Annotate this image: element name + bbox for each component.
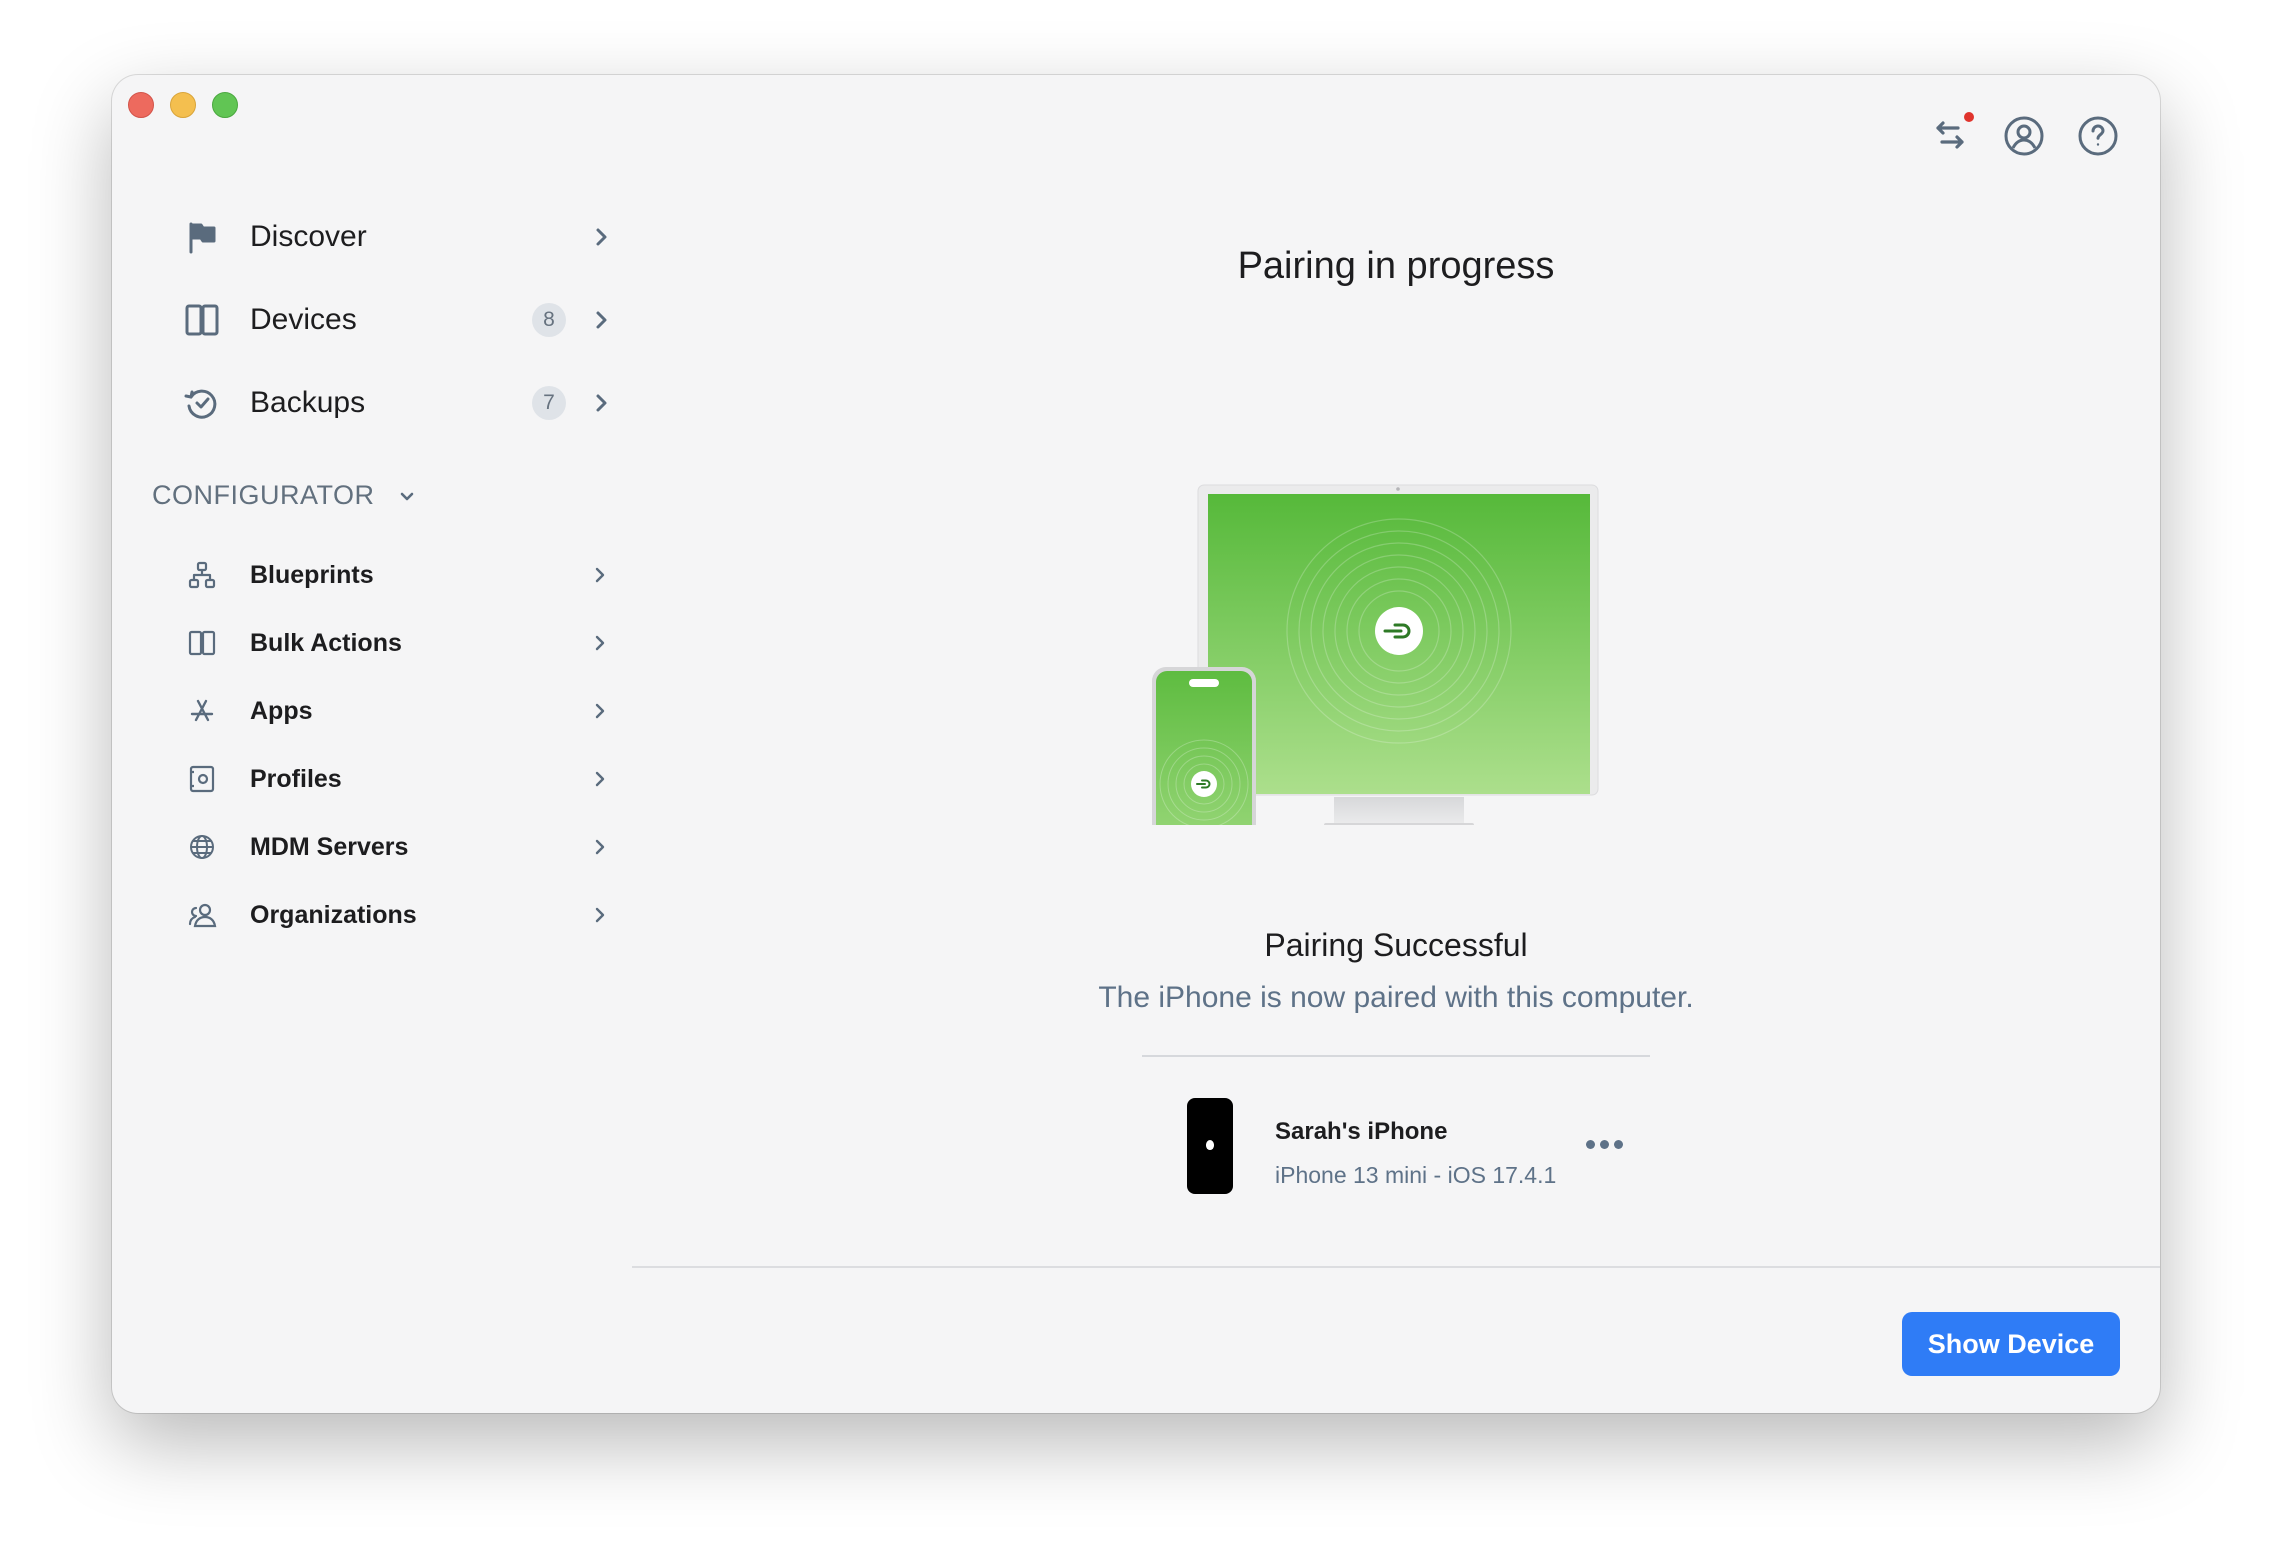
count-badge: 7 — [532, 386, 566, 420]
sidebar-item-label: MDM Servers — [250, 832, 409, 861]
chevron-right-icon — [588, 224, 614, 250]
chevron-right-icon — [595, 703, 605, 719]
phone-shape — [1152, 667, 1256, 825]
globe-icon — [178, 823, 226, 871]
configurator-section-header[interactable]: CONFIGURATOR — [152, 480, 417, 511]
device-name: Sarah's iPhone — [1275, 1118, 1448, 1145]
people-icon — [178, 891, 226, 939]
sidebar-item-profiles[interactable]: Profiles — [178, 749, 618, 809]
sidebar-item-mdm-servers[interactable]: MDM Servers — [178, 817, 618, 877]
chevron-right-icon — [595, 635, 605, 651]
divider — [1142, 1055, 1650, 1057]
main-content: Pairing in progress Pairing Successful T… — [632, 75, 2160, 1413]
sidebar-item-label: Organizations — [250, 900, 417, 929]
page-title: Pairing in progress — [1237, 245, 1555, 287]
device-info: iPhone 13 mini - iOS 17.4.1 — [1275, 1162, 1557, 1188]
sidebar-item-label: Discover — [250, 220, 367, 253]
sidebar-item-backups[interactable]: Backups 7 — [178, 368, 618, 438]
sidebar-item-organizations[interactable]: Organizations — [178, 885, 618, 945]
sidebar-item-apps[interactable]: Apps — [178, 681, 618, 741]
status-subtitle: The iPhone is now paired with this compu… — [1098, 981, 1694, 1014]
ellipsis-icon — [1585, 1139, 1595, 1149]
paired-device-row: Sarah's iPhone iPhone 13 mini - iOS 17.4… — [1187, 1090, 1627, 1200]
sidebar-item-label: Devices — [250, 303, 357, 336]
chevron-right-icon — [595, 839, 605, 855]
sidebar: Discover Devices 8 Backups 7 CONFIGURATO… — [112, 75, 632, 1413]
sidebar-item-devices[interactable]: Devices 8 — [178, 285, 618, 355]
profile-gear-icon — [178, 755, 226, 803]
count-badge: 8 — [532, 303, 566, 337]
iphone-thumbnail — [1187, 1098, 1233, 1194]
sidebar-item-label: Blueprints — [250, 560, 374, 589]
footer-divider — [632, 1266, 2160, 1268]
sidebar-item-bulk-actions[interactable]: Bulk Actions — [178, 613, 618, 673]
status-title: Pairing Successful — [1264, 927, 1528, 963]
flag-icon — [178, 213, 226, 261]
chevron-right-icon — [588, 307, 614, 333]
sidebar-item-label: Profiles — [250, 764, 342, 793]
more-options-button[interactable] — [1582, 1134, 1626, 1154]
chevron-right-icon — [595, 771, 605, 787]
app-window: Discover Devices 8 Backups 7 CONFIGURATO… — [112, 75, 2160, 1413]
show-device-button[interactable]: Show Device — [1902, 1312, 2120, 1376]
section-title: CONFIGURATOR — [152, 480, 375, 510]
app-store-icon — [178, 687, 226, 735]
bulk-actions-icon — [178, 619, 226, 667]
sidebar-item-label: Bulk Actions — [250, 628, 402, 657]
monitor-shape — [1197, 484, 1599, 825]
chevron-right-icon — [595, 567, 605, 583]
chevron-down-icon — [400, 492, 413, 500]
chevron-right-icon — [595, 907, 605, 923]
sidebar-item-label: Apps — [250, 696, 313, 725]
sidebar-item-blueprints[interactable]: Blueprints — [178, 545, 618, 605]
sidebar-item-label: Backups — [250, 386, 366, 419]
blueprint-icon — [178, 551, 226, 599]
pairing-illustration — [1152, 484, 1599, 825]
chevron-right-icon — [588, 390, 614, 416]
sidebar-item-discover[interactable]: Discover — [178, 202, 618, 272]
devices-icon — [178, 296, 226, 344]
backup-clock-icon — [178, 379, 226, 427]
apple-logo-icon — [1206, 1140, 1214, 1150]
